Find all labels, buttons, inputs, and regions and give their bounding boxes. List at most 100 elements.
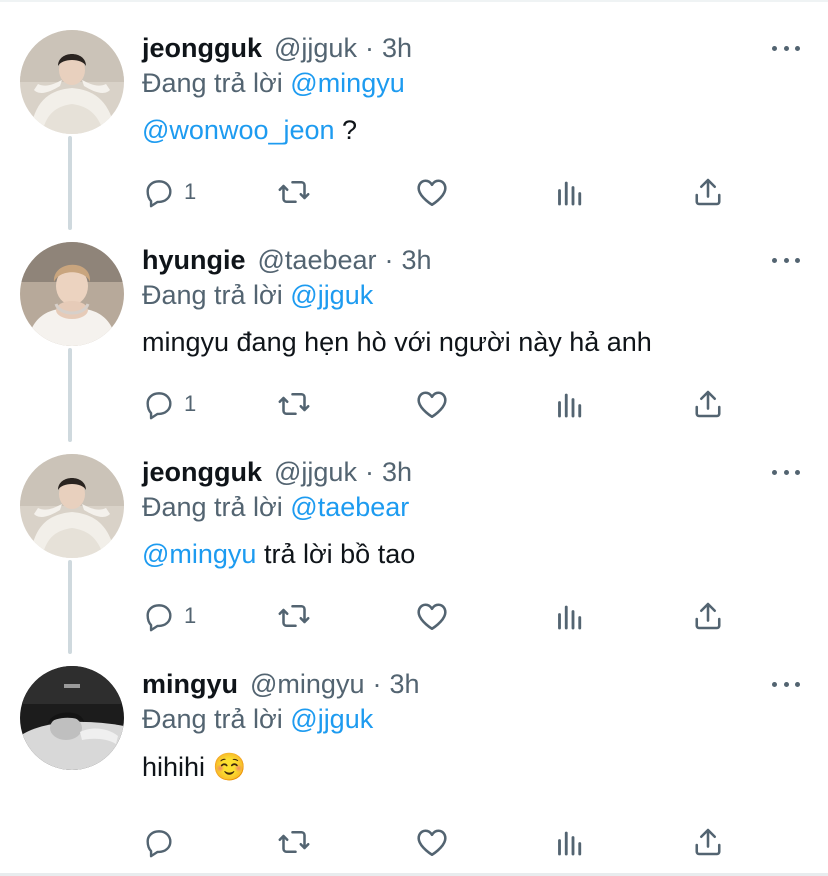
tweet[interactable]: mingyu @mingyu · 3h Đang trả lời @jjguk …	[0, 636, 828, 858]
analytics-button[interactable]	[552, 596, 588, 636]
analytics-button[interactable]	[552, 822, 588, 862]
more-icon[interactable]	[772, 676, 800, 692]
replying-to-handle[interactable]: @mingyu	[290, 68, 404, 98]
replying-label: Đang trả lời	[142, 492, 283, 522]
avatar-photo	[20, 30, 124, 134]
like-button[interactable]	[414, 384, 450, 424]
separator-dot: ·	[364, 32, 374, 63]
action-bar: 1	[0, 172, 828, 212]
separator-dot: ·	[364, 456, 374, 487]
tweet-header: hyungie @taebear · 3h	[142, 242, 432, 278]
avatar[interactable]	[20, 666, 124, 770]
share-icon	[695, 828, 721, 856]
tweet-text: @wonwoo_jeon ?	[142, 115, 357, 146]
replying-to: Đang trả lời @mingyu	[142, 68, 405, 99]
retweet-button[interactable]	[276, 596, 312, 636]
display-name[interactable]: jeongguk	[142, 457, 262, 488]
reply-button[interactable]: 1	[142, 172, 196, 212]
user-handle[interactable]: @jjguk	[274, 33, 357, 64]
tweet-body: trả lời bồ tao	[256, 539, 416, 569]
tweet-body: mingyu đang hẹn hò với người này hả anh	[142, 327, 652, 357]
avatar[interactable]	[20, 454, 124, 558]
reply-icon	[146, 604, 172, 632]
replying-label: Đang trả lời	[142, 280, 283, 310]
analytics-icon	[558, 831, 582, 856]
like-icon	[417, 829, 447, 857]
user-handle[interactable]: @jjguk	[274, 457, 357, 488]
tweet-body: ?	[334, 115, 358, 145]
replying-to-handle[interactable]: @jjguk	[290, 280, 373, 310]
mention-link[interactable]: @wonwoo_jeon	[142, 115, 335, 145]
retweet-icon	[278, 392, 310, 416]
analytics-icon	[558, 605, 582, 630]
tweet[interactable]: jeongguk @jjguk · 3h Đang trả lời @taebe…	[0, 424, 828, 636]
avatar[interactable]	[20, 242, 124, 346]
tweet-text: hihihi ☺️	[142, 751, 246, 783]
reply-icon	[146, 830, 172, 858]
timestamp[interactable]: 3h	[402, 245, 432, 276]
tweet-body: hihihi ☺️	[142, 752, 247, 782]
mention-link[interactable]: @mingyu	[142, 539, 256, 569]
user-handle[interactable]: @mingyu	[250, 669, 364, 700]
like-button[interactable]	[414, 596, 450, 636]
analytics-icon	[558, 181, 582, 206]
reply-icon	[146, 180, 172, 208]
tweet[interactable]: jeongguk @jjguk · 3h Đang trả lời @mingy…	[0, 0, 828, 212]
more-icon[interactable]	[772, 252, 800, 268]
tweet[interactable]: hyungie @taebear · 3h Đang trả lời @jjgu…	[0, 212, 828, 424]
retweet-icon	[278, 604, 310, 628]
action-bar: 1	[0, 384, 828, 424]
reply-button[interactable]: 1	[142, 384, 196, 424]
avatar-photo	[20, 666, 124, 770]
action-bar	[0, 822, 828, 862]
retweet-button[interactable]	[276, 172, 312, 212]
separator-dot: ·	[372, 668, 382, 699]
retweet-button[interactable]	[276, 822, 312, 862]
timestamp[interactable]: 3h	[389, 669, 419, 700]
share-button[interactable]	[690, 384, 726, 424]
reply-count: 1	[184, 179, 197, 204]
replying-to-handle[interactable]: @jjguk	[290, 704, 373, 734]
more-icon[interactable]	[772, 40, 800, 56]
reply-count: 1	[184, 603, 197, 628]
separator-dot: ·	[384, 244, 394, 275]
timestamp[interactable]: 3h	[382, 33, 412, 64]
replying-to: Đang trả lời @taebear	[142, 492, 409, 523]
retweet-icon	[278, 830, 310, 854]
timestamp[interactable]: 3h	[382, 457, 412, 488]
replying-label: Đang trả lời	[142, 704, 283, 734]
share-icon	[695, 602, 721, 630]
action-bar: 1	[0, 596, 828, 636]
like-button[interactable]	[414, 822, 450, 862]
analytics-icon	[558, 393, 582, 418]
share-button[interactable]	[690, 596, 726, 636]
replying-label: Đang trả lời	[142, 68, 283, 98]
replying-to: Đang trả lời @jjguk	[142, 704, 373, 735]
reply-button[interactable]	[142, 822, 184, 862]
replying-to-handle[interactable]: @taebear	[290, 492, 409, 522]
tweet-text: @mingyu trả lời bồ tao	[142, 539, 415, 570]
reply-count: 1	[184, 391, 197, 416]
reply-button[interactable]: 1	[142, 596, 196, 636]
like-icon	[417, 179, 447, 207]
like-icon	[417, 603, 447, 631]
avatar-photo	[20, 454, 124, 558]
share-button[interactable]	[690, 172, 726, 212]
share-button[interactable]	[690, 822, 726, 862]
tweet-text: mingyu đang hẹn hò với người này hả anh	[142, 327, 652, 358]
more-icon[interactable]	[772, 464, 800, 480]
share-icon	[695, 178, 721, 206]
avatar-photo	[20, 242, 124, 346]
user-handle[interactable]: @taebear	[258, 245, 377, 276]
display-name[interactable]: hyungie	[142, 245, 246, 276]
analytics-button[interactable]	[552, 172, 588, 212]
display-name[interactable]: mingyu	[142, 669, 238, 700]
analytics-button[interactable]	[552, 384, 588, 424]
tweet-header: mingyu @mingyu · 3h	[142, 666, 420, 702]
avatar[interactable]	[20, 30, 124, 134]
tweet-header: jeongguk @jjguk · 3h	[142, 30, 412, 66]
display-name[interactable]: jeongguk	[142, 33, 262, 64]
reply-icon	[146, 392, 172, 420]
like-button[interactable]	[414, 172, 450, 212]
retweet-button[interactable]	[276, 384, 312, 424]
